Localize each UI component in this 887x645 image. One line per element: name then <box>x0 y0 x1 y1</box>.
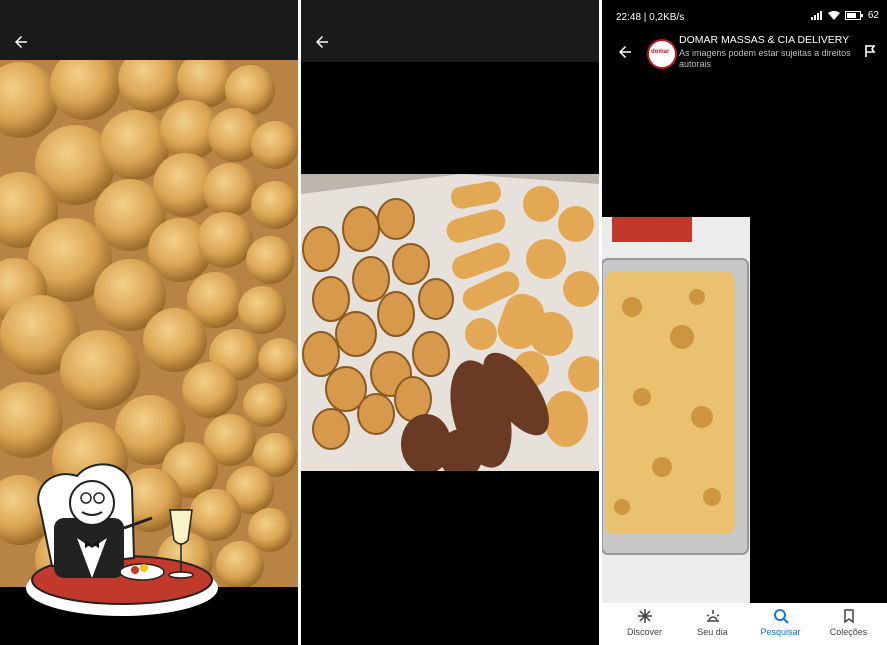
back-arrow-icon[interactable] <box>12 33 30 51</box>
restaurant-logo: domar <box>647 39 677 69</box>
sunrise-icon <box>706 610 719 622</box>
back-arrow-icon[interactable] <box>616 43 634 61</box>
back-arrow-icon[interactable] <box>313 33 331 51</box>
asterisk-icon <box>637 609 652 623</box>
nav-seu-dia[interactable]: Seu dia <box>677 608 748 637</box>
battery-level: 62 <box>867 10 879 21</box>
status-bar: 22:48 | 0,2KB/s 62 <box>602 0 887 28</box>
signal-icon <box>810 11 822 20</box>
restaurant-title: DOMAR MASSAS & CIA DELIVERY <box>679 34 850 46</box>
app-header: domar DOMAR MASSAS & CIA DELIVERY As ima… <box>602 28 887 78</box>
wifi-icon <box>827 11 840 20</box>
screenshot-panel-1 <box>0 0 298 645</box>
copyright-notice: As imagens podem estar sujeitas a direit… <box>679 48 851 69</box>
top-bar <box>301 0 599 62</box>
screenshot-panel-3: 22:48 | 0,2KB/s 62 domar DOMAR MASSAS & … <box>602 0 887 645</box>
nav-pesquisar[interactable]: Pesquisar <box>745 608 816 637</box>
nav-colecoes[interactable]: Coleções <box>813 608 884 637</box>
screenshot-panel-2 <box>301 0 599 645</box>
search-icon <box>773 609 789 624</box>
nav-discover[interactable]: Discover <box>609 608 680 637</box>
bottom-nav: Discover Seu dia Pesquisar Coleções <box>602 603 887 645</box>
top-bar <box>0 0 298 62</box>
flag-icon[interactable] <box>863 44 877 58</box>
battery-icon <box>844 11 863 20</box>
status-time: 22:48 | 0,2KB/s <box>616 12 685 23</box>
food-photo-lasagna <box>602 217 750 603</box>
restaurant-chef-illustration <box>26 463 218 616</box>
collections-icon <box>843 609 854 624</box>
food-photo-snacks-tray <box>301 174 599 471</box>
